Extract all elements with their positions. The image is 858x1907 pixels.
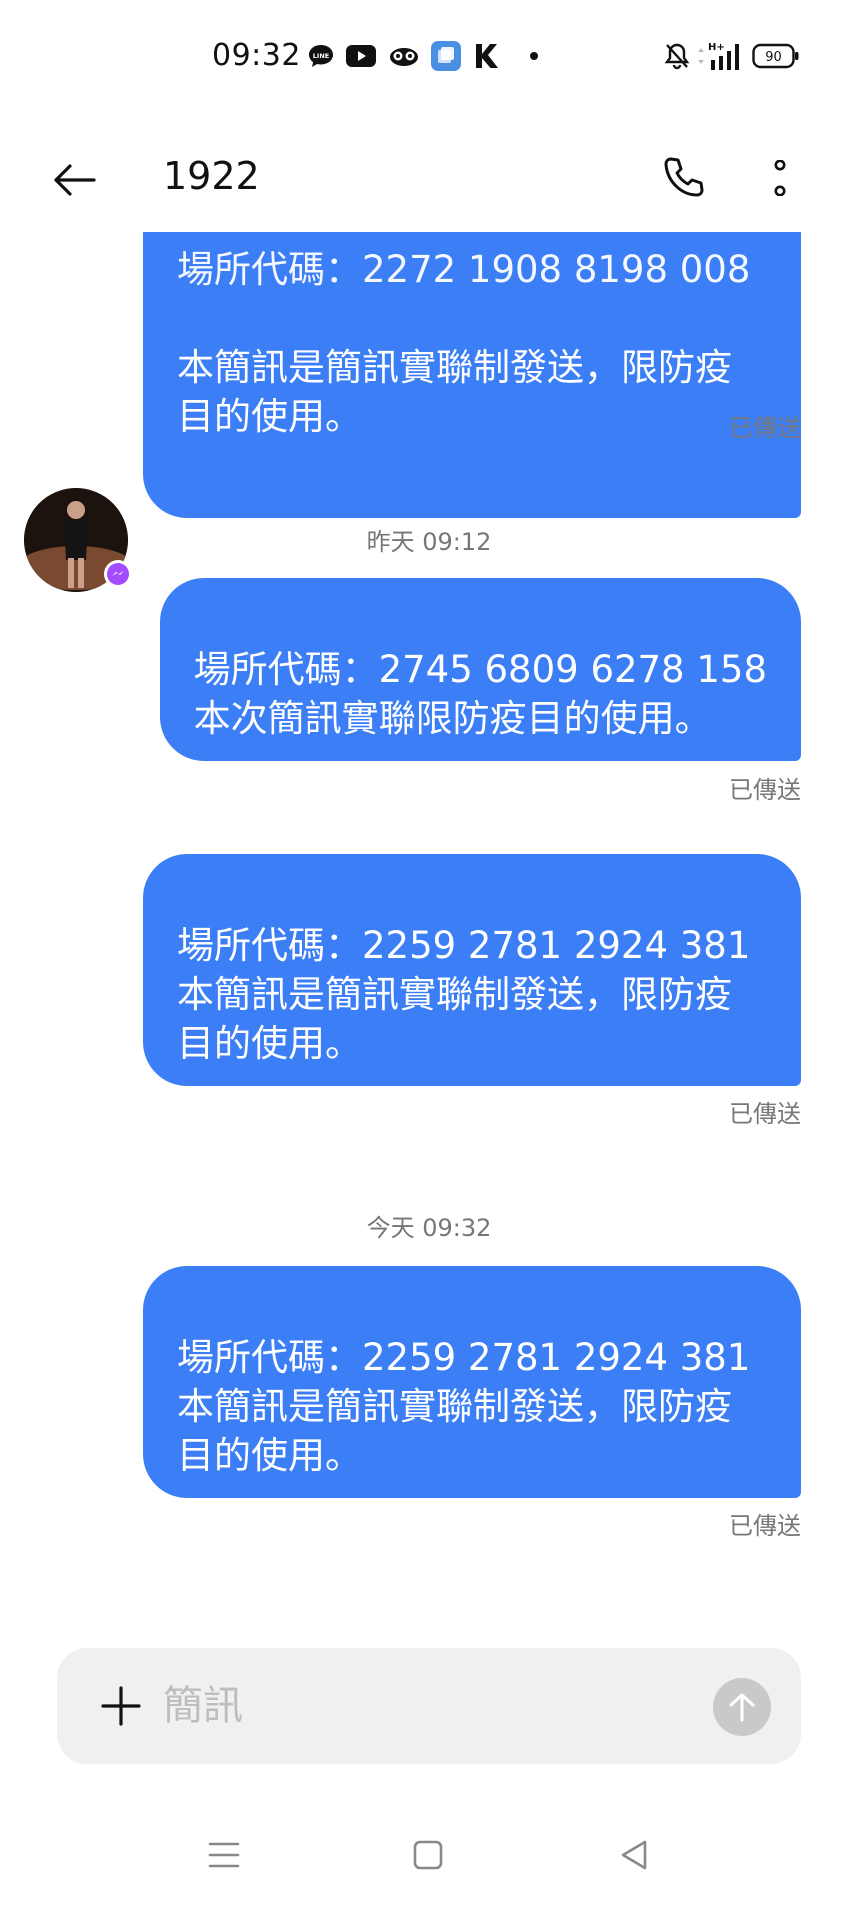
message-text: 場所代碼：2259 2781 2924 381 本簡訊是簡訊實聯制發送，限防疫 … [177,924,751,1065]
more-options-button[interactable] [756,150,804,206]
more-vertical-icon [774,160,786,196]
status-time: 09:32 [212,38,301,73]
message-status: 已傳送 [729,1100,801,1128]
notification-dot-icon [527,42,541,70]
call-button[interactable] [656,150,712,206]
data-arrows-icon [696,38,706,74]
add-attachment-button[interactable] [93,1678,149,1734]
message-status: 已傳送 [729,414,801,442]
messenger-badge-icon [104,560,132,588]
send-button[interactable] [713,1678,771,1736]
message-text: 場所代碼：2745 6809 6278 158 本次簡訊實聯限防疫目的使用。 [193,648,767,740]
contact-title: 1922 [163,154,260,198]
system-nav-bar [0,1820,858,1890]
signal-icon: H+ [708,38,744,74]
message-composer [57,1648,801,1764]
battery-icon: 90 [752,38,800,74]
multi-window-icon [430,41,462,71]
youtube-icon [345,42,377,70]
k-app-icon [472,42,500,70]
message-bubble[interactable]: 場所代碼：2259 2781 2924 381 本簡訊是簡訊實聯制發送，限防疫 … [143,1266,801,1498]
square-icon [413,1840,443,1870]
message-timestamp: 今天 09:32 [366,1214,492,1242]
line-app-icon: LINE [306,42,336,70]
message-text: 場所代碼：2259 2781 2924 381 本簡訊是簡訊實聯制發送，限防疫 … [177,1336,751,1477]
plus-icon [101,1686,141,1726]
arrow-left-icon [54,164,96,196]
message-status: 已傳送 [729,1512,801,1540]
bell-muted-icon [664,38,690,74]
arrow-up-icon [729,1693,755,1722]
nav-back-button[interactable] [604,1830,664,1880]
triangle-back-icon [621,1840,647,1870]
message-list[interactable]: 場所代碼：2272 1908 8198 008 本簡訊是簡訊實聯制發送，限防疫 … [0,232,858,1622]
owl-app-icon [388,42,420,70]
status-bar: 09:32 LINE H+ 90 [0,0,858,110]
network-type: H+ [708,42,725,53]
conversation-header: 1922 [0,140,858,236]
message-bubble[interactable]: 場所代碼：2259 2781 2924 381 本簡訊是簡訊實聯制發送，限防疫 … [143,854,801,1086]
nav-home-button[interactable] [398,1830,458,1880]
message-bubble[interactable]: 場所代碼：2745 6809 6278 158 本次簡訊實聯限防疫目的使用。 [159,578,801,761]
message-timestamp: 昨天 09:12 [366,528,492,556]
nav-menu-button[interactable] [194,1830,254,1880]
message-partial-line: 場所代碼：2272 1908 8198 008 [177,248,751,291]
svg-text:LINE: LINE [313,52,329,60]
battery-level: 90 [765,50,782,65]
message-input[interactable] [163,1678,663,1734]
phone-icon [664,157,704,197]
message-bubble[interactable]: 場所代碼：2272 1908 8198 008 本簡訊是簡訊實聯制發送，限防疫 … [143,232,801,518]
messaging-screen: 09:32 LINE H+ 90 1922 場所代碼：2272 1908 819… [0,0,858,1907]
message-text: 本簡訊是簡訊實聯制發送，限防疫 目的使用。 [177,346,732,438]
message-status: 已傳送 [729,776,801,804]
menu-icon [208,1842,240,1868]
back-button[interactable] [46,152,102,208]
